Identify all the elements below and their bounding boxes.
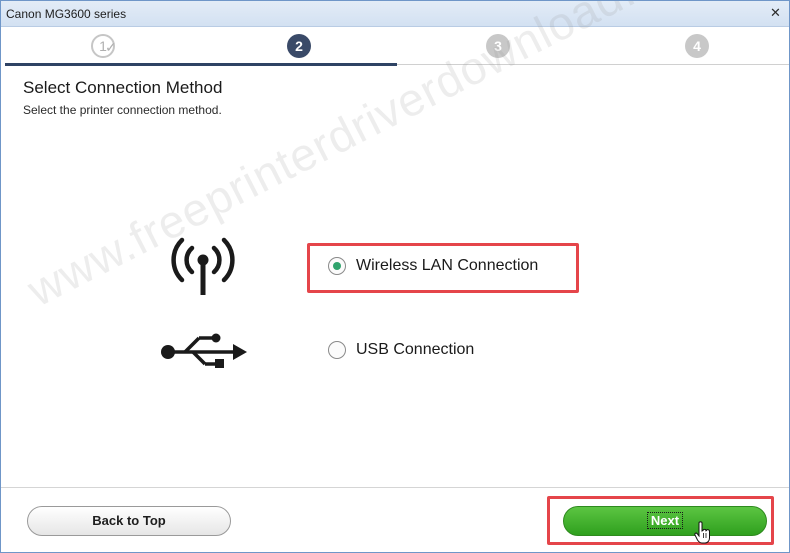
usb-option-label: USB Connection [356, 341, 475, 358]
page-subtitle: Select the printer connection method. [23, 103, 222, 117]
next-button-label: Next [646, 512, 684, 529]
installer-window: Canon MG3600 series ✕ 1 ✓ 2 3 4 Select C… [0, 0, 790, 553]
step-4: 4 [685, 34, 709, 58]
close-icon[interactable]: ✕ [766, 3, 785, 22]
wireless-lan-option[interactable]: Wireless LAN Connection [328, 257, 538, 275]
back-to-top-button[interactable]: Back to Top [27, 506, 231, 536]
hand-cursor-icon [694, 521, 710, 544]
step-2-current: 2 [287, 34, 311, 58]
wireless-radio-button[interactable] [328, 257, 346, 275]
usb-radio-button[interactable] [328, 341, 346, 359]
title-bar: Canon MG3600 series ✕ [1, 1, 789, 27]
wireless-option-label: Wireless LAN Connection [356, 257, 539, 274]
usb-icon [161, 333, 247, 368]
page-title: Select Connection Method [23, 78, 223, 97]
step-indicator: 1 ✓ 2 3 4 [1, 28, 789, 64]
next-button[interactable]: Next [563, 506, 767, 536]
window-title: Canon MG3600 series [6, 7, 127, 21]
wireless-antenna-icon [171, 237, 235, 295]
usb-option[interactable]: USB Connection [328, 341, 474, 359]
checkmark-icon: ✓ [105, 39, 117, 55]
progress-bar-filled [5, 63, 397, 66]
footer-divider [1, 487, 789, 488]
